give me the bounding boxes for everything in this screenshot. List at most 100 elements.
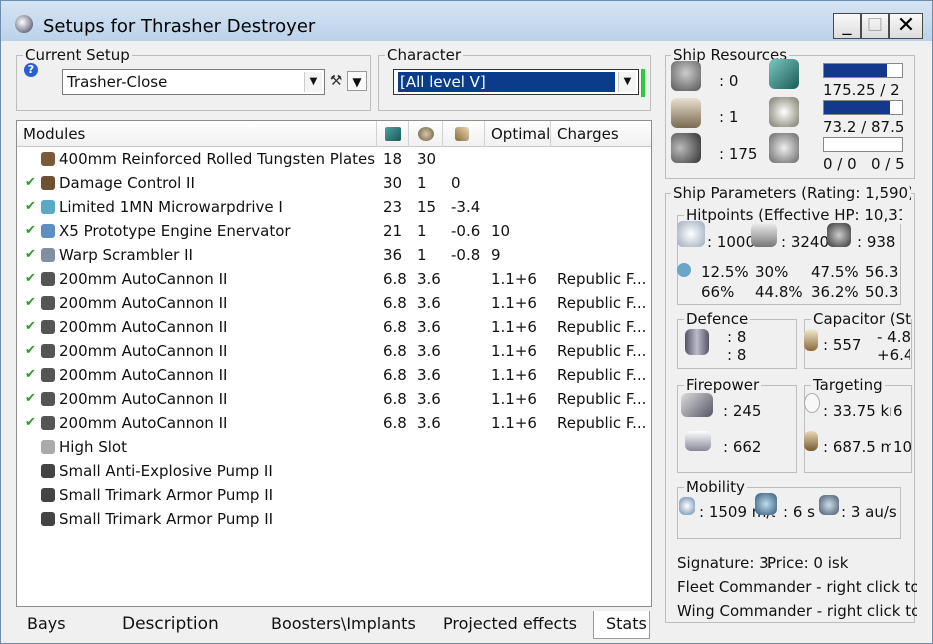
module-active-check-icon[interactable]: ✔ xyxy=(25,295,36,310)
minimize-button[interactable]: _ xyxy=(833,13,861,39)
module-charges xyxy=(557,171,649,195)
app-icon xyxy=(15,15,33,33)
module-active-check-icon[interactable]: ✔ xyxy=(25,223,36,238)
capacitor-icon xyxy=(804,329,818,351)
module-charges xyxy=(557,507,649,531)
signature-value: Signature: 33 xyxy=(677,554,771,572)
wing-commander-slot[interactable]: Wing Commander - right click to se xyxy=(677,602,917,620)
maximize-button[interactable]: ☐ xyxy=(861,13,889,39)
table-row[interactable]: ✔ 200mm AutoCannon II 6.8 3.6 1.1+6 Republic … xyxy=(17,315,651,339)
module-charges xyxy=(557,435,649,459)
module-name: Warp Scrambler II xyxy=(59,246,193,264)
module-charges: Republic F... xyxy=(557,390,647,408)
close-button[interactable]: ✕ xyxy=(889,13,923,39)
table-row[interactable]: Small Anti-Explosive Pump II xyxy=(17,459,651,483)
chevron-down-icon[interactable]: ▼ xyxy=(618,72,636,92)
column-header-capacitor[interactable] xyxy=(443,121,485,147)
cpu-icon xyxy=(385,127,401,141)
module-active-check-icon[interactable]: ✔ xyxy=(25,391,36,406)
drone-bar xyxy=(823,137,903,152)
modules-table[interactable]: Modules Optimal Charges 400mm Reinforced… xyxy=(16,120,652,607)
module-active-check-icon[interactable]: ✔ xyxy=(25,343,36,358)
module-optimal: 1.1+6 xyxy=(491,270,537,288)
defence-icon xyxy=(685,329,709,355)
column-header-charges[interactable]: Charges xyxy=(551,121,651,147)
resist-em-2: 66% xyxy=(701,283,735,301)
column-header-powergrid[interactable] xyxy=(409,121,443,147)
scan-resolution-icon xyxy=(804,431,818,451)
table-row[interactable]: ✔ Limited 1MN Microwarpdrive I 23 15 -3.4 xyxy=(17,195,651,219)
module-pg: 3.6 xyxy=(417,390,441,408)
capacitor-icon xyxy=(455,127,469,141)
module-name: 400mm Reinforced Rolled Tungsten Plates … xyxy=(59,150,377,168)
module-charges xyxy=(557,195,649,219)
column-header-optimal[interactable]: Optimal xyxy=(485,121,551,147)
module-active-check-icon[interactable]: ✔ xyxy=(25,367,36,382)
table-row[interactable]: ✔ X5 Prototype Engine Enervator 21 1 -0.6 10 xyxy=(17,219,651,243)
table-row[interactable]: Small Trimark Armor Pump II xyxy=(17,483,651,507)
fleet-commander-slot[interactable]: Fleet Commander - right click to se xyxy=(677,578,917,596)
table-row[interactable]: 400mm Reinforced Rolled Tungsten Plates … xyxy=(17,147,651,171)
module-icon xyxy=(41,248,55,262)
module-icon xyxy=(41,440,55,454)
chevron-down-icon[interactable]: ▼ xyxy=(304,72,322,92)
capacitor-delta-2: +6.4 xyxy=(877,346,910,364)
setup-menu-button[interactable]: ▼ xyxy=(347,71,367,91)
title-bar[interactable]: Setups for Thrasher Destroyer _ ☐ ✕ xyxy=(1,1,932,41)
powergrid-icon xyxy=(418,127,434,141)
module-cpu: 6.8 xyxy=(383,390,407,408)
table-row[interactable]: ✔ 200mm AutoCannon II 6.8 3.6 1.1+6 Republic … xyxy=(17,339,651,363)
current-setup-combo[interactable]: Trasher-Close ▼ xyxy=(62,69,325,95)
table-row[interactable]: ✔ 200mm AutoCannon II 6.8 3.6 1.1+6 Republic … xyxy=(17,387,651,411)
module-optimal: 10 xyxy=(491,222,511,240)
capacitor-label: Capacitor (Sta xyxy=(811,310,911,328)
module-charges: Republic F... xyxy=(557,414,647,432)
module-name: X5 Prototype Engine Enervator xyxy=(59,222,291,240)
table-row[interactable]: ✔ Warp Scrambler II 36 1 -0.8 9 xyxy=(17,243,651,267)
modules-table-header: Modules Optimal Charges xyxy=(17,121,651,147)
module-pg: 3.6 xyxy=(417,366,441,384)
table-row[interactable]: ✔ 200mm AutoCannon II 6.8 3.6 1.1+6 Republic … xyxy=(17,291,651,315)
module-pg: 3.6 xyxy=(417,414,441,432)
module-active-check-icon[interactable]: ✔ xyxy=(25,271,36,286)
module-icon xyxy=(41,200,55,214)
tab-bays[interactable]: Bays xyxy=(27,611,66,639)
table-row[interactable]: ✔ 200mm AutoCannon II 6.8 3.6 1.1+6 Republic … xyxy=(17,267,651,291)
module-optimal: 1.1+6 xyxy=(491,294,537,312)
module-active-check-icon[interactable]: ✔ xyxy=(25,415,36,430)
module-icon xyxy=(41,488,55,502)
character-combo[interactable]: [All level V] ▼ xyxy=(393,69,639,95)
defence-value-1: : 8 xyxy=(727,328,747,346)
table-row[interactable]: ✔ Damage Control II 30 1 0 xyxy=(17,171,651,195)
armor-hp-value: : 3240 xyxy=(781,233,829,251)
powergrid-value: 73.2 / 87.5 xyxy=(823,118,905,136)
shield-icon xyxy=(677,221,705,247)
module-active-check-icon[interactable]: ✔ xyxy=(25,319,36,334)
setup-tools-icon[interactable]: ⚒ xyxy=(327,71,345,91)
table-row[interactable]: Small Trimark Armor Pump II xyxy=(17,507,651,531)
module-charges xyxy=(557,219,649,243)
column-header-modules[interactable]: Modules xyxy=(17,121,377,147)
scan-resolution-value: : 687.5 mm xyxy=(823,438,891,456)
help-icon[interactable]: ? xyxy=(24,63,38,77)
module-active-check-icon[interactable]: ✔ xyxy=(25,175,36,190)
tab-projected-effects[interactable]: Projected effects xyxy=(443,611,577,639)
tab-stats[interactable]: Stats xyxy=(593,611,650,639)
module-icon xyxy=(41,368,55,382)
module-cpu: 6.8 xyxy=(383,342,407,360)
module-charges: Republic F... xyxy=(557,318,647,336)
table-row[interactable]: ✔ 200mm AutoCannon II 6.8 3.6 1.1+6 Republic … xyxy=(17,363,651,387)
module-charges: Republic F... xyxy=(557,270,647,288)
table-row[interactable]: High Slot xyxy=(17,435,651,459)
tab-description[interactable]: Description xyxy=(122,611,219,639)
speed-icon xyxy=(679,497,695,515)
column-header-cpu[interactable] xyxy=(377,121,409,147)
module-active-check-icon[interactable]: ✔ xyxy=(25,199,36,214)
module-name: 200mm AutoCannon II xyxy=(59,414,228,432)
table-row[interactable]: ✔ 200mm AutoCannon II 6.8 3.6 1.1+6 Republic … xyxy=(17,411,651,435)
tab-boosters-implants[interactable]: Boosters\Implants xyxy=(271,611,416,639)
module-active-check-icon[interactable]: ✔ xyxy=(25,247,36,262)
dps-icon xyxy=(681,393,713,417)
resist-em-icon xyxy=(677,263,691,277)
module-icon xyxy=(41,416,55,430)
